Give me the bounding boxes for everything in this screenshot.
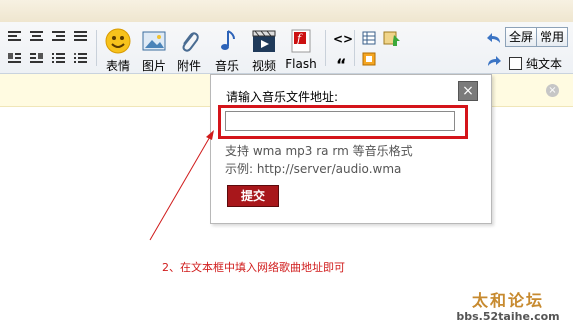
annotation-arrow bbox=[149, 130, 214, 241]
site-watermark: 太和论坛 bbs.52taihe.com bbox=[452, 291, 564, 324]
annotation-text: 2、在文本框中填入网络歌曲地址即可 bbox=[162, 261, 345, 274]
watermark-logo: 太和论坛 bbox=[471, 291, 544, 310]
watermark-url: bbs.52taihe.com bbox=[456, 310, 560, 323]
